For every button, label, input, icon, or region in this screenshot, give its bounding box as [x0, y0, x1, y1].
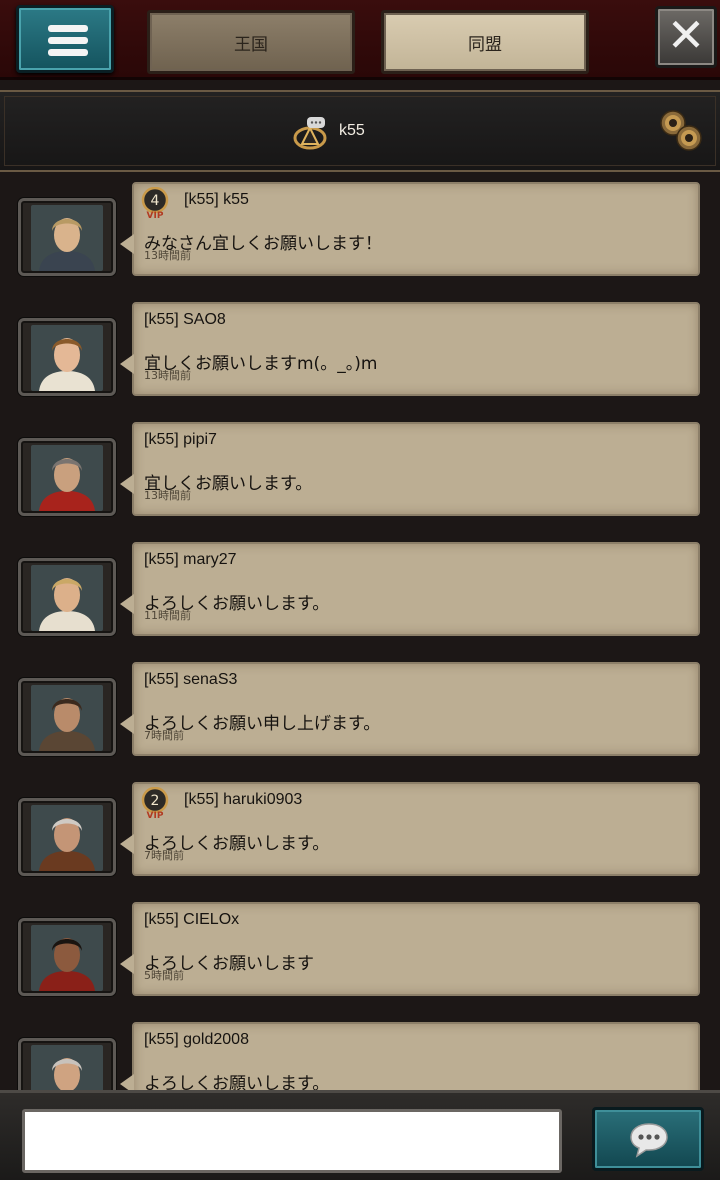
- message-time: 7時間前: [144, 849, 184, 862]
- message-bubble: [k55] SAO8 宜しくお願いしますm(。_。)m 13時間前: [120, 302, 700, 396]
- avatar: [31, 205, 103, 271]
- sender-name[interactable]: [k55] CIELOx: [144, 911, 239, 929]
- chat-screen: 王国 同盟 ✕ k55 4 VIP [k55] k55 みなさん宜しくお願いします！ 1…: [0, 0, 720, 1180]
- avatar: [31, 445, 103, 511]
- message-item: [k55] SAO8 宜しくお願いしますm(。_。)m 13時間前: [0, 296, 720, 406]
- message-time: 5時間前: [144, 969, 184, 982]
- vip-badge-icon: 4 VIP: [141, 187, 169, 219]
- vip-label: VIP: [147, 811, 164, 819]
- vip-label: VIP: [147, 211, 164, 219]
- close-icon: ✕: [666, 8, 706, 62]
- message-item: [k55] pipi7 宜しくお願いします。 13時間前: [0, 416, 720, 526]
- sender-name[interactable]: [k55] pipi7: [144, 431, 217, 449]
- avatar: [31, 805, 103, 871]
- avatar-frame[interactable]: [18, 318, 116, 396]
- avatar-frame[interactable]: [18, 438, 116, 516]
- avatar-frame[interactable]: [18, 678, 116, 756]
- avatar: [31, 685, 103, 751]
- avatar: [31, 565, 103, 631]
- message-item: 2 VIP [k55] haruki0903 よろしくお願いします。 7時間前: [0, 776, 720, 886]
- avatar: [31, 325, 103, 391]
- message-bubble: [k55] gold2008よろしくお願いします。5時間前: [120, 1022, 700, 1090]
- message-item: [k55] CIELOx よろしくお願いします 5時間前: [0, 896, 720, 1006]
- message-item: [k55] senaS3 よろしくお願い申し上げます。 7時間前: [0, 656, 720, 766]
- sender-name[interactable]: [k55] mary27: [144, 551, 236, 569]
- message-item: [k55] mary27 よろしくお願いします。 11時間前: [0, 536, 720, 646]
- sender-name[interactable]: [k55] haruki0903: [184, 791, 302, 809]
- message-item: 4 VIP [k55] k55 みなさん宜しくお願いします！ 13時間前: [0, 176, 720, 286]
- tab-alliance[interactable]: 同盟: [381, 10, 589, 74]
- top-bar: 王国 同盟 ✕: [0, 0, 720, 80]
- channel-name: k55: [339, 122, 365, 139]
- alliance-chat-icon: [293, 117, 327, 150]
- message-bubble: [k55] CIELOx よろしくお願いします 5時間前: [120, 902, 700, 996]
- message-time: 13時間前: [144, 369, 191, 382]
- vip-level: 2: [151, 793, 160, 809]
- message-bubble: [k55] mary27 よろしくお願いします。 11時間前: [120, 542, 700, 636]
- chat-input[interactable]: [22, 1109, 562, 1173]
- message-time: 13時間前: [144, 249, 191, 262]
- vip-badge-icon: 2 VIP: [141, 787, 169, 819]
- avatar: [31, 925, 103, 991]
- sender-name[interactable]: [k55] k55: [184, 191, 249, 209]
- sender-name[interactable]: [k55] SAO8: [144, 311, 226, 329]
- bottom-bar: [0, 1090, 720, 1180]
- avatar: [31, 1045, 103, 1090]
- message-bubble: 4 VIP [k55] k55 みなさん宜しくお願いします！ 13時間前: [120, 182, 700, 276]
- send-chat-icon: [630, 1123, 668, 1158]
- message-bubble: 2 VIP [k55] haruki0903 よろしくお願いします。 7時間前: [120, 782, 700, 876]
- close-button[interactable]: ✕: [655, 6, 717, 68]
- sender-name[interactable]: [k55] senaS3: [144, 671, 237, 689]
- vip-level: 4: [151, 193, 160, 209]
- avatar-frame[interactable]: [18, 1038, 116, 1090]
- menu-button[interactable]: [16, 5, 114, 73]
- message-list[interactable]: 4 VIP [k55] k55 みなさん宜しくお願いします！ 13時間前 [k55] SA…: [0, 176, 720, 1090]
- avatar-frame[interactable]: [18, 918, 116, 996]
- channel-bar: k55: [0, 90, 720, 172]
- message-time: 13時間前: [144, 489, 191, 502]
- message-bubble: [k55] senaS3 よろしくお願い申し上げます。 7時間前: [120, 662, 700, 756]
- message-time: 11時間前: [144, 609, 191, 622]
- send-button[interactable]: [592, 1107, 704, 1171]
- settings-gears-icon[interactable]: [656, 106, 706, 156]
- sender-name[interactable]: [k55] gold2008: [144, 1031, 249, 1049]
- message-bubble: [k55] pipi7 宜しくお願いします。 13時間前: [120, 422, 700, 516]
- tab-kingdom[interactable]: 王国: [147, 10, 355, 74]
- message-item: [k55] gold2008よろしくお願いします。5時間前: [0, 1016, 720, 1090]
- message-time: 7時間前: [144, 729, 184, 742]
- avatar-frame[interactable]: [18, 798, 116, 876]
- avatar-frame[interactable]: [18, 198, 116, 276]
- avatar-frame[interactable]: [18, 558, 116, 636]
